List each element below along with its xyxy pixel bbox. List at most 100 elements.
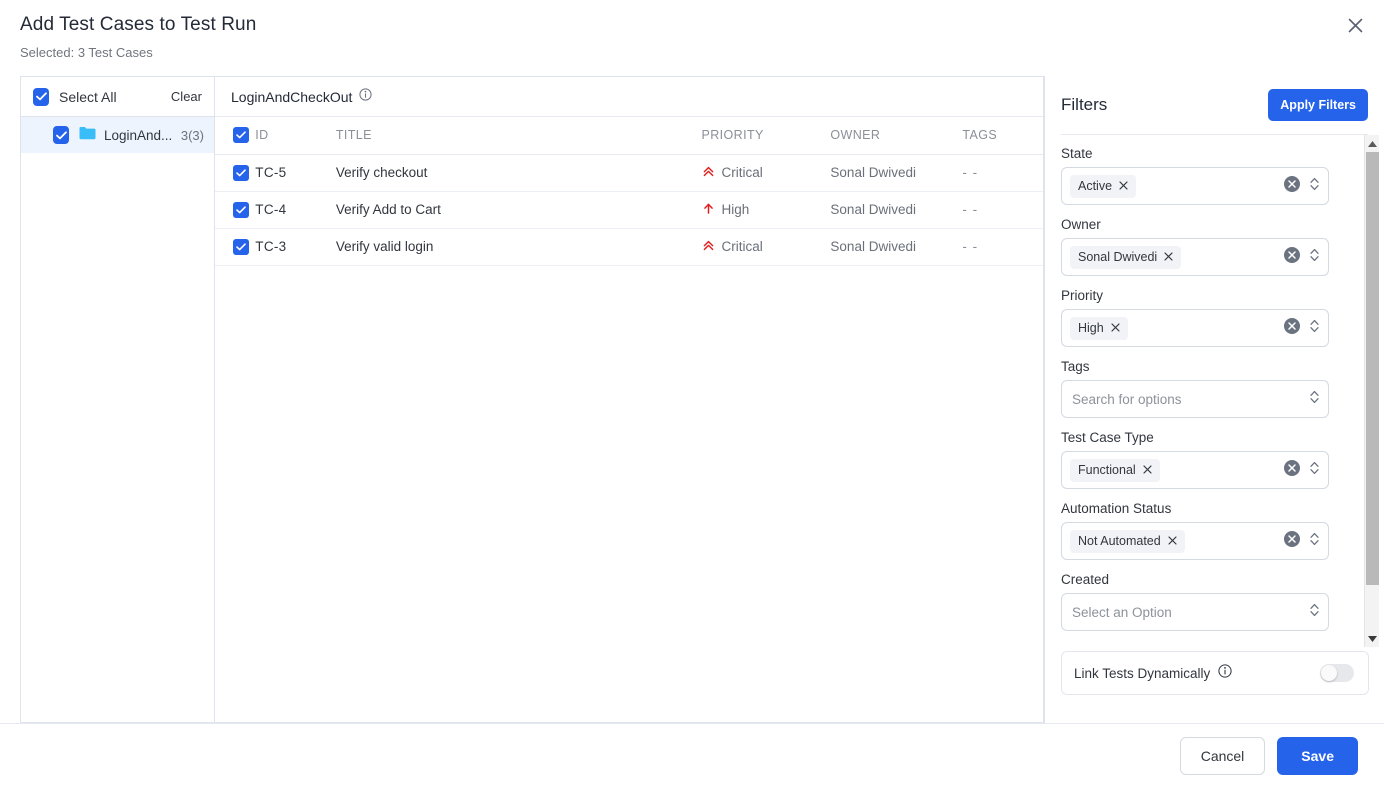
stepper-icon[interactable] — [1309, 460, 1320, 481]
cell-title[interactable]: Verify checkout — [335, 154, 702, 192]
column-header-title[interactable]: TITLE — [335, 117, 702, 155]
filter-field-automation-status[interactable]: Not Automated — [1061, 522, 1329, 560]
stepper-icon[interactable] — [1309, 318, 1320, 339]
column-header-priority[interactable]: PRIORITY — [701, 117, 831, 155]
double-chevron-up-icon — [702, 239, 715, 255]
clear-field-icon[interactable] — [1284, 246, 1300, 268]
test-cases-table-panel: LoginAndCheckOut ID TITLE PRIORITY OWNER… — [214, 76, 1044, 723]
clear-selection-link[interactable]: Clear — [171, 89, 202, 104]
link-tests-dynamically-row[interactable]: Link Tests Dynamically — [1061, 651, 1369, 695]
tree-node-row[interactable]: LoginAnd... 3(3) — [21, 117, 214, 153]
filters-scroll-area: State Active Owner Sonal Dwivedi Priorit… — [1061, 135, 1379, 695]
filter-chip-test-case-type: Functional — [1070, 458, 1160, 482]
stepper-icon[interactable] — [1309, 176, 1320, 197]
row-checkbox-cell — [215, 191, 256, 229]
chip-remove-icon[interactable] — [1111, 321, 1120, 335]
chip-remove-icon[interactable] — [1119, 179, 1128, 193]
clear-field-icon[interactable] — [1284, 459, 1300, 481]
priority-label: Critical — [721, 239, 763, 254]
select-all-checkbox[interactable] — [33, 87, 49, 106]
row-checkbox-cell — [215, 228, 256, 266]
table-row[interactable]: TC-3 Verify valid login Critical Sonal D… — [215, 228, 1043, 266]
cell-priority: High — [701, 191, 831, 229]
cell-tags: - - — [962, 191, 1043, 229]
save-button[interactable]: Save — [1277, 736, 1358, 775]
stepper-icon[interactable] — [1309, 247, 1320, 268]
filter-label-tags: Tags — [1061, 359, 1090, 374]
scroll-down-arrow-icon[interactable] — [1365, 630, 1380, 647]
column-header-owner[interactable]: OWNER — [830, 117, 963, 155]
filter-chip-label: Functional — [1078, 463, 1136, 477]
stepper-icon[interactable] — [1309, 602, 1320, 623]
info-icon[interactable] — [1218, 663, 1232, 683]
chip-remove-icon[interactable] — [1143, 463, 1152, 477]
selection-summary: Selected: 3 Test Cases — [20, 45, 153, 60]
add-test-cases-dialog: Add Test Cases to Test Run Selected: 3 T… — [0, 0, 1384, 787]
cell-priority: Critical — [701, 154, 831, 192]
stepper-icon[interactable] — [1309, 531, 1320, 552]
row-checkbox[interactable] — [233, 238, 249, 255]
column-header-tags[interactable]: TAGS — [962, 117, 1043, 155]
filter-group-state: State Active — [1061, 146, 1329, 205]
row-checkbox[interactable] — [233, 201, 249, 218]
info-icon[interactable] — [359, 87, 373, 106]
chip-remove-icon[interactable] — [1164, 250, 1173, 264]
suite-title-bar: LoginAndCheckOut — [215, 77, 1043, 117]
filter-chip-automation-status: Not Automated — [1070, 529, 1185, 553]
tree-node-checkbox[interactable] — [53, 126, 69, 144]
filter-group-created: Created Select an Option — [1061, 572, 1329, 631]
clear-field-icon[interactable] — [1284, 175, 1300, 197]
link-tests-label: Link Tests Dynamically — [1074, 665, 1211, 681]
table-row[interactable]: TC-5 Verify checkout Critical Sonal Dwiv… — [215, 154, 1043, 192]
filter-group-tags: Tags Search for options — [1061, 359, 1329, 418]
cell-owner: Sonal Dwivedi — [830, 154, 963, 192]
select-all-rows-checkbox[interactable] — [233, 127, 249, 144]
table-row[interactable]: TC-4 Verify Add to Cart High Sonal Dwive… — [215, 191, 1043, 229]
filter-label-automation-status: Automation Status — [1061, 501, 1172, 516]
priority-label: Critical — [721, 165, 763, 180]
scrollbar-thumb[interactable] — [1366, 152, 1379, 585]
arrow-up-icon — [702, 202, 715, 218]
filter-chip-label: Not Automated — [1078, 534, 1161, 548]
filter-chip-owner: Sonal Dwivedi — [1070, 245, 1182, 269]
column-header-id[interactable]: ID — [255, 117, 336, 155]
cancel-button[interactable]: Cancel — [1179, 736, 1266, 775]
filters-panel: Filters Apply Filters State Active Owner… — [1044, 76, 1384, 723]
close-button[interactable] — [1340, 10, 1370, 40]
filter-field-tags[interactable]: Search for options — [1061, 380, 1329, 418]
filter-field-created[interactable]: Select an Option — [1061, 593, 1329, 631]
cell-title[interactable]: Verify Add to Cart — [335, 191, 702, 229]
double-chevron-up-icon — [702, 165, 715, 181]
filter-field-state[interactable]: Active — [1061, 167, 1329, 205]
dialog-footer: Cancel Save — [0, 723, 1384, 787]
filter-field-priority[interactable]: High — [1061, 309, 1329, 347]
filter-chip-label: Active — [1078, 179, 1113, 193]
apply-filters-button[interactable]: Apply Filters — [1268, 89, 1368, 121]
cell-title[interactable]: Verify valid login — [335, 228, 702, 266]
row-checkbox[interactable] — [233, 164, 249, 181]
folder-icon — [79, 126, 96, 145]
cell-id: TC-5 — [255, 154, 336, 192]
chip-remove-icon[interactable] — [1168, 534, 1177, 548]
filter-chip-priority: High — [1070, 316, 1128, 340]
filter-label-owner: Owner — [1061, 217, 1101, 232]
filter-group-owner: Owner Sonal Dwivedi — [1061, 217, 1329, 276]
filter-group-automation-status: Automation Status Not Automated — [1061, 501, 1329, 560]
tags-placeholder: Search for options — [1072, 391, 1182, 407]
suite-tree-panel: Select All Clear LoginAnd... 3(3) — [20, 76, 214, 723]
filter-field-owner[interactable]: Sonal Dwivedi — [1061, 238, 1329, 276]
clear-field-icon[interactable] — [1284, 530, 1300, 552]
filter-group-test-case-type: Test Case Type Functional — [1061, 430, 1329, 489]
page-title: Add Test Cases to Test Run — [20, 14, 257, 35]
filter-field-test-case-type[interactable]: Functional — [1061, 451, 1329, 489]
filter-group-priority: Priority High — [1061, 288, 1329, 347]
clear-field-icon[interactable] — [1284, 317, 1300, 339]
link-tests-toggle[interactable] — [1320, 664, 1354, 682]
cell-tags: - - — [962, 154, 1043, 192]
stepper-icon[interactable] — [1309, 389, 1320, 410]
filter-label-priority: Priority — [1061, 288, 1104, 303]
scroll-up-arrow-icon[interactable] — [1365, 135, 1380, 152]
filter-label-state: State — [1061, 146, 1093, 161]
filters-scrollbar[interactable] — [1364, 135, 1379, 647]
filters-header: Filters Apply Filters — [1061, 76, 1368, 134]
